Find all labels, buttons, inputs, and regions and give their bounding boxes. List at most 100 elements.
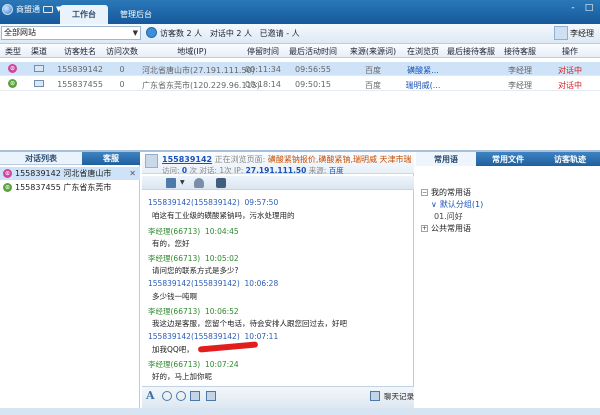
visitor-name: 155837455 xyxy=(57,80,103,89)
user-avatar-icon[interactable] xyxy=(554,26,568,40)
lock-icon[interactable] xyxy=(216,178,226,188)
message-sender: 李经理(66713) xyxy=(148,360,201,369)
status-bar xyxy=(0,408,600,415)
visit-count-value: 0 xyxy=(181,166,188,175)
current-user[interactable]: 李经理 xyxy=(570,28,594,39)
visitor-stats-icon xyxy=(146,27,157,38)
collapse-icon[interactable]: − xyxy=(421,189,428,196)
visitor-stats: 访客数 2 人 对话中 2 人 已邀请 - 人 xyxy=(160,28,300,39)
screenshot-icon[interactable] xyxy=(190,391,200,401)
last-active: 09:56:55 xyxy=(295,65,331,74)
message-text: 加我QQ吧， xyxy=(152,345,194,354)
source-label: 来源: xyxy=(308,166,327,175)
col-name[interactable]: 访客姓名 xyxy=(54,46,106,57)
ip-value: 27.191.111.50 xyxy=(245,166,307,175)
tab-visitor-trail[interactable]: 访客轨迹 xyxy=(540,152,600,166)
current-page-link[interactable]: 瑞明威(... xyxy=(404,80,442,91)
tab-admin[interactable]: 管理后台 xyxy=(108,5,164,24)
col-page[interactable]: 在浏览页 xyxy=(404,46,442,57)
last-active: 09:50:15 xyxy=(295,80,331,89)
message-time: 10:06:52 xyxy=(205,307,239,316)
message-text: 有的，您好 xyxy=(152,239,190,248)
agent: 李经理 xyxy=(508,81,532,90)
stay-time: 00:18:14 xyxy=(245,80,281,89)
col-source[interactable]: 来源(来源词) xyxy=(344,46,402,57)
col-agent[interactable]: 接待客服 xyxy=(500,46,540,57)
mail-icon[interactable] xyxy=(43,5,53,13)
message-sender: 李经理(66713) xyxy=(148,307,201,316)
source-value: 百度 xyxy=(328,166,344,175)
chat-action[interactable]: 对话中 xyxy=(544,65,596,76)
agent: 李经理 xyxy=(508,66,532,75)
maximize-button[interactable]: □ xyxy=(582,3,596,13)
message-text: 咱这有工业级的磺酸紧钠吗，污水处理用的 xyxy=(152,211,295,220)
chat-status-icon: ⊙ xyxy=(3,183,12,192)
user-transfer-icon[interactable] xyxy=(194,178,204,188)
browsing-page-link[interactable]: 磺酸紧钠报价,磺酸紧钠,瑞明威 天津市瑞明... xyxy=(268,155,412,164)
folder-icon[interactable] xyxy=(166,178,176,188)
tab-conversation-list[interactable]: 对话列表 xyxy=(0,152,82,165)
visit-info-label: 访问: xyxy=(162,166,180,175)
chevron-down-icon[interactable]: ∨ xyxy=(431,200,437,209)
chat-action[interactable]: 对话中 xyxy=(544,80,596,91)
message-header: 155839142(155839142) 10:06:28 xyxy=(148,279,278,288)
tree-node-default-group[interactable]: ∨ 默认分组(1) xyxy=(431,199,483,210)
chevron-down-icon[interactable]: ▼ xyxy=(180,179,185,186)
col-action[interactable]: 操作 xyxy=(544,46,596,57)
message-sender: 李经理(66713) xyxy=(148,227,201,236)
message-header: 李经理(66713) 10:07:24 xyxy=(148,359,239,370)
chat-status-icon: ⊙ xyxy=(3,169,12,178)
invited-count: 已邀请 - 人 xyxy=(259,29,300,38)
current-page-link[interactable]: 磺酸紧... xyxy=(404,65,442,76)
visitor-id-link[interactable]: 155839142 xyxy=(162,155,212,164)
minimize-button[interactable]: - xyxy=(566,3,580,13)
tab-agents[interactable]: 客服 xyxy=(82,152,140,165)
message-text: 多少钱一吨啊 xyxy=(152,292,197,301)
site-select-value: 全部网站 xyxy=(4,28,36,37)
close-icon[interactable]: ✕ xyxy=(129,169,136,178)
visitor-info-line: 访问: 0 次 对话: 1次 IP: 27.191.111.50 来源: 百度 xyxy=(162,165,412,176)
conversation-item[interactable]: ⊙ 155837455 广东省东莞市 xyxy=(0,181,140,194)
tree-node-public-phrases[interactable]: + 公共常用语 xyxy=(421,223,471,234)
message-sender: 李经理(66713) xyxy=(148,254,201,263)
chat-history-button[interactable]: 聊天记录 xyxy=(384,391,414,402)
tree-node-my-phrases[interactable]: − 我的常用语 xyxy=(421,187,471,198)
tree-node-greeting[interactable]: 01.问好 xyxy=(434,211,463,222)
col-type[interactable]: 类型 xyxy=(2,46,24,57)
tab-common-files[interactable]: 常用文件 xyxy=(478,152,538,166)
col-visits[interactable]: 访问次数 xyxy=(104,46,140,57)
col-stay[interactable]: 停留时间 xyxy=(244,46,282,57)
tab-workbench[interactable]: 工作台 xyxy=(60,5,108,24)
conversation-label: 155839142 河北省唐山市 xyxy=(15,169,112,178)
col-region[interactable]: 地域(IP) xyxy=(142,46,242,57)
emoji-icon[interactable] xyxy=(162,391,172,401)
conversation-item[interactable]: ⊙ 155839142 河北省唐山市 ✕ xyxy=(0,167,140,180)
brand: 商盟通 ▼ xyxy=(2,2,61,16)
calculator-icon[interactable] xyxy=(206,391,216,401)
emoji-icon[interactable] xyxy=(176,391,186,401)
site-select[interactable]: 全部网站 ▼ xyxy=(1,26,141,40)
visitor-count: 访客数 2 人 xyxy=(160,29,203,38)
message-header: 155839142(155839142) 10:07:11 xyxy=(148,332,278,341)
col-channel[interactable]: 渠道 xyxy=(26,46,52,57)
visitor-list-empty-area xyxy=(0,92,600,150)
message-header: 李经理(66713) 10:04:45 xyxy=(148,226,239,237)
brand-name: 商盟通 xyxy=(16,4,40,14)
message-text: 好的，马上加你呢 xyxy=(152,372,212,381)
visitor-title-line: 155839142 正在浏览页面: 磺酸紧钠报价,磺酸紧钠,瑞明威 天津市瑞明.… xyxy=(162,154,412,165)
message-time: 10:06:28 xyxy=(244,279,279,288)
message-time: 10:04:45 xyxy=(205,227,239,236)
tree-label: 01.问好 xyxy=(434,212,463,221)
tree-label: 默认分组(1) xyxy=(439,200,484,209)
chevron-down-icon: ▼ xyxy=(132,29,138,37)
expand-icon[interactable]: + xyxy=(421,225,428,232)
visitor-name: 155839142 xyxy=(57,65,103,74)
col-last-agent[interactable]: 最后接待客服 xyxy=(444,46,498,57)
font-icon[interactable]: A xyxy=(146,389,155,402)
message-sender: 155839142(155839142) xyxy=(148,332,240,341)
col-last-active[interactable]: 最后活动时间 xyxy=(284,46,342,57)
message-sender: 155839142(155839142) xyxy=(148,279,240,288)
message-time: 10:07:11 xyxy=(244,332,279,341)
history-icon[interactable] xyxy=(370,391,380,401)
tab-common-phrases[interactable]: 常用语 xyxy=(416,152,476,166)
